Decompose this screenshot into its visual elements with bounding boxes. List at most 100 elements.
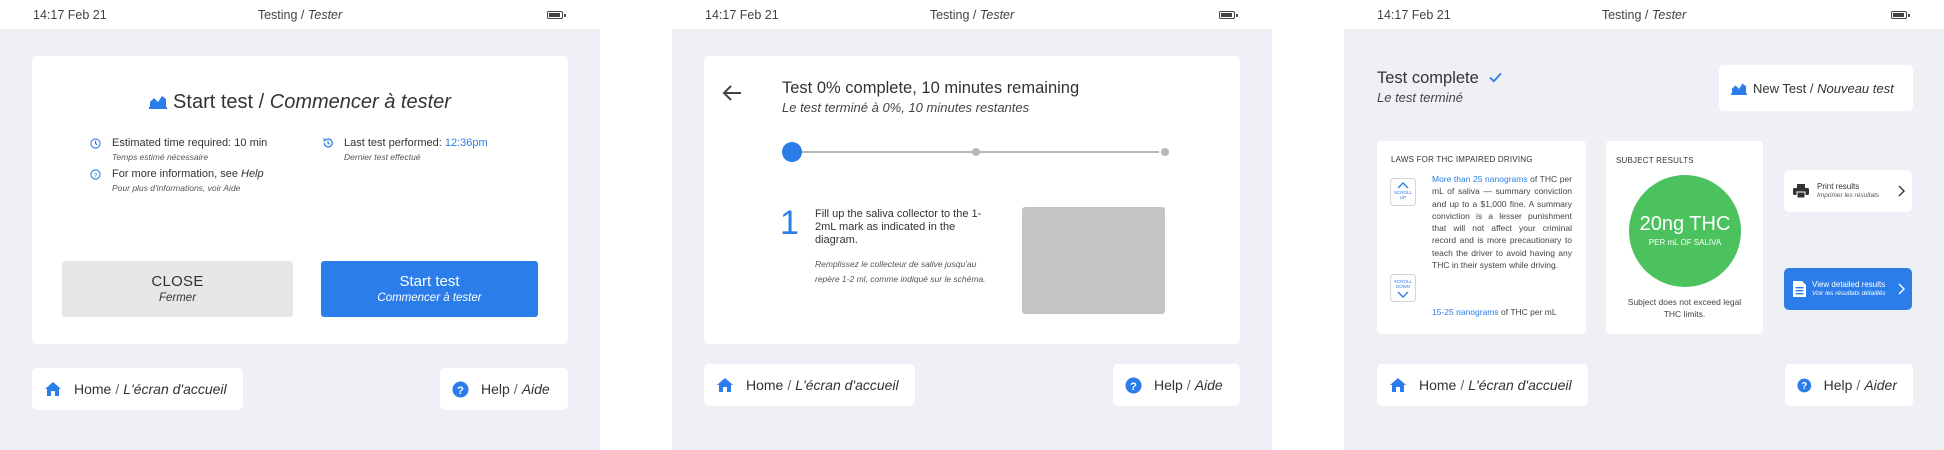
progress-handle	[782, 142, 802, 162]
progress-card: Test 0% complete, 10 minutes remaining L…	[704, 56, 1240, 344]
close-label: CLOSE	[151, 273, 204, 290]
new-test-label: New Test	[1753, 80, 1807, 96]
screen-test-complete: 14:17 Feb 21 Testing / Tester Test compl…	[1344, 0, 1944, 450]
battery-icon	[1219, 11, 1238, 19]
svg-text:?: ?	[457, 384, 464, 396]
scroll-up-label: SCROLL UP	[1393, 190, 1412, 200]
home-icon	[45, 382, 61, 396]
view-label: View detailed results	[1812, 280, 1886, 289]
scroll-up-button[interactable]: SCROLL UP	[1390, 178, 1416, 206]
battery-icon	[1891, 11, 1910, 19]
status-bar: 14:17 Feb 21 Testing / Tester	[0, 0, 600, 29]
start-title-sep: /	[258, 91, 265, 113]
new-test-sep: /	[1809, 80, 1814, 96]
progress-title: Test 0% complete, 10 minutes remaining	[782, 79, 1080, 97]
home-label-fr: L'écran d'accueil	[795, 377, 899, 393]
help-button[interactable]: ? Help / Aide	[1113, 364, 1240, 406]
results-card: SUBJECT RESULTS 20ng THC PER mL OF SALIV…	[1606, 141, 1763, 334]
home-label-fr: L'écran d'accueil	[123, 381, 227, 397]
info-fr: Pour plus d'informations, voir Aide	[112, 183, 241, 193]
step-text: Fill up the saliva collector to the 1-2m…	[815, 208, 982, 246]
home-sep: /	[787, 377, 792, 393]
law2-link[interactable]: 15-25 nanograms	[1432, 307, 1499, 317]
start-title-en: Start test	[173, 91, 254, 113]
complete-title-fr: Le test terminé	[1377, 90, 1463, 105]
close-button[interactable]: CLOSE Fermer	[62, 261, 293, 317]
checkmark-icon	[1489, 72, 1503, 83]
help-icon: ?	[452, 380, 469, 398]
status-title-main: Testing	[1601, 8, 1642, 22]
laws-card: LAWS FOR THC IMPAIRED DRIVING SCROLL UP …	[1377, 141, 1586, 334]
help-label-fr: Aide	[521, 381, 550, 397]
print-results-button[interactable]: Print results Imprimer les résultats	[1784, 170, 1912, 212]
help-label: Help	[1154, 377, 1183, 393]
last-test-prefix: Last test performed:	[344, 137, 442, 149]
result-circle: 20ng THC PER mL OF SALIVA	[1629, 175, 1741, 287]
help-button[interactable]: ? Help / Aide	[440, 368, 568, 410]
new-test-label-fr: Nouveau test	[1817, 80, 1894, 96]
print-label-fr: Imprimer les résultats	[1817, 192, 1880, 199]
start-title-fr: Commencer à tester	[269, 91, 451, 113]
status-title-sep: /	[1644, 8, 1649, 22]
home-sep: /	[115, 381, 120, 397]
step-text-fr: Remplissez le collecteur de salive jusqu…	[815, 259, 986, 284]
home-button[interactable]: Home / L'écran d'accueil	[1377, 364, 1588, 406]
result-value: 20ng THC	[1639, 213, 1731, 235]
law2-text: 15-25 nanograms of THC per mL	[1432, 307, 1572, 317]
status-bar: 14:17 Feb 21 Testing / Tester	[1344, 0, 1944, 29]
home-sep: /	[1460, 377, 1465, 393]
scroll-down-label: SCROLL DOWN	[1393, 279, 1412, 289]
scroll-down-button[interactable]: SCROLL DOWN	[1390, 274, 1416, 302]
help-icon: ?	[1125, 376, 1142, 394]
status-title: Testing / Tester	[672, 8, 1272, 22]
start-test-button[interactable]: Start test Commencer à tester	[321, 261, 538, 317]
svg-text:?: ?	[94, 172, 98, 179]
svg-text:?: ?	[1130, 380, 1137, 392]
back-arrow-icon[interactable]	[722, 84, 742, 102]
close-label-fr: Fermer	[158, 292, 197, 304]
info-help-link[interactable]: Help	[241, 168, 264, 180]
start-label-fr: Commencer à tester	[377, 292, 482, 304]
progress-title-fr: Le test terminé à 0%, 10 minutes restant…	[782, 100, 1030, 115]
clock-icon	[90, 138, 101, 149]
chevron-right-icon	[1898, 283, 1905, 295]
help-label-fr: Aide	[1194, 377, 1223, 393]
law2-tail: of THC per mL	[1501, 307, 1557, 317]
view-results-button[interactable]: View detailed results Voir les résultats…	[1784, 268, 1912, 310]
svg-text:?: ?	[1801, 381, 1807, 392]
complete-title-en: Test complete	[1377, 69, 1479, 87]
new-test-button[interactable]: New Test / Nouveau test	[1719, 65, 1913, 111]
home-icon	[717, 378, 733, 392]
last-test-time: 12:36pm	[444, 137, 488, 149]
chevron-up-icon	[1397, 182, 1409, 189]
home-button[interactable]: Home / L'écran d'accueil	[704, 364, 915, 406]
diagram-placeholder	[1022, 207, 1165, 314]
law1-link[interactable]: More than 25 nanograms	[1432, 174, 1528, 184]
status-title-sub: Tester	[1651, 8, 1687, 22]
chevron-down-icon	[1397, 291, 1409, 298]
home-button[interactable]: Home / L'écran d'accueil	[32, 368, 243, 410]
status-title-main: Testing	[257, 8, 298, 22]
help-button[interactable]: ? Help / Aider	[1785, 364, 1913, 406]
status-title-main: Testing	[929, 8, 970, 22]
help-sep: /	[513, 381, 518, 397]
start-test-card: Start test / Commencer à tester Estimate…	[32, 56, 568, 344]
help-sep: /	[1186, 377, 1191, 393]
home-label-fr: L'écran d'accueil	[1468, 377, 1572, 393]
status-title-sep: /	[972, 8, 977, 22]
help-label: Help	[481, 381, 510, 397]
help-sep: /	[1856, 377, 1861, 393]
screen-test-progress: 14:17 Feb 21 Testing / Tester Test 0% co…	[672, 0, 1272, 450]
status-title-sub: Tester	[979, 8, 1015, 22]
step-number: 1	[780, 204, 799, 242]
results-header: SUBJECT RESULTS	[1616, 156, 1694, 165]
est-time-fr: Temps estimé nécessaire	[112, 152, 209, 162]
complete-title: Test complete	[1377, 69, 1503, 88]
last-test-fr: Dernier test effectué	[344, 152, 421, 162]
history-icon	[322, 138, 333, 148]
document-icon	[1793, 281, 1806, 297]
last-test-text: Last test performed: 12:36pm	[344, 137, 488, 149]
status-title: Testing / Tester	[1344, 8, 1944, 22]
law1-body: — summary conviction and up to a $1,000 …	[1432, 186, 1572, 271]
view-label-fr: Voir les résultats détaillés	[1812, 290, 1886, 297]
